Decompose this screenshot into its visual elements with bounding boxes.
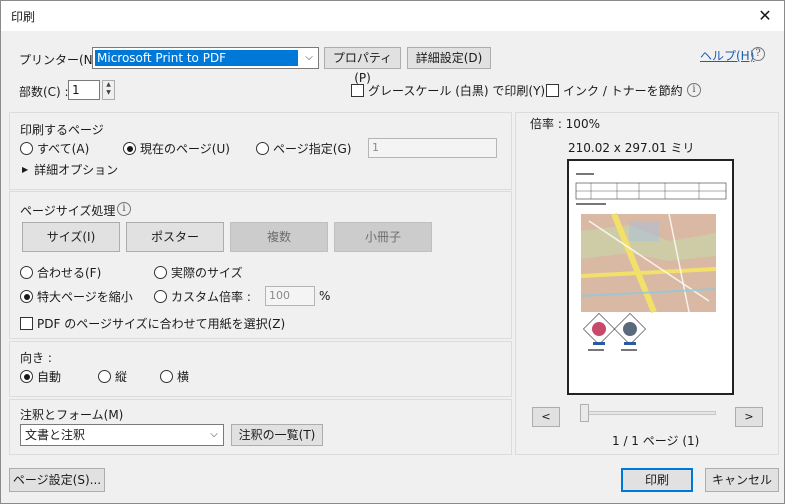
preview-dimensions: 210.02 x 297.01 ミリ [568, 141, 695, 155]
chevron-down-icon: ⌵ [305, 52, 313, 63]
orientation-auto-label: 自動 [37, 370, 62, 384]
triangle-right-icon: ▶ [22, 165, 29, 174]
choose-paper-checkbox[interactable] [20, 317, 33, 330]
info-icon[interactable]: i [117, 202, 131, 216]
copies-input[interactable]: 1 [68, 80, 100, 100]
annotations-select[interactable]: 文書と注釈 ⌵ [20, 424, 224, 446]
annotations-title: 注釈とフォーム(M) [20, 408, 124, 422]
pages-current-label: 現在のページ(U) [140, 142, 230, 156]
actual-size-radio[interactable]: 実際のサイズ [154, 264, 243, 281]
pages-section-title: 印刷するページ [20, 123, 104, 137]
fit-radio[interactable]: 合わせる(F) [20, 264, 101, 281]
more-options-toggle[interactable]: ▶ 詳細オプション [22, 161, 118, 178]
tab-booklet[interactable]: 小冊子 [334, 222, 432, 252]
orientation-auto-radio[interactable]: 自動 [20, 368, 61, 385]
custom-scale-input[interactable]: 100 [265, 286, 315, 306]
copies-stepper[interactable]: ▲ ▼ [102, 80, 115, 100]
fit-label: 合わせる(F) [37, 266, 102, 280]
save-ink-label: インク / トナーを節約 [563, 84, 683, 98]
orientation-portrait-radio[interactable]: 縦 [98, 368, 127, 385]
radio-icon [98, 370, 111, 383]
page-size-panel: ページサイズ処理 i サイズ(I) ポスター 複数 小冊子 合わせる(F) 実際… [9, 191, 512, 339]
tab-size[interactable]: サイズ(I) [22, 222, 120, 252]
close-icon[interactable]: ✕ [754, 5, 776, 27]
advanced-button[interactable]: 詳細設定(D) [407, 47, 491, 69]
pages-current-radio[interactable]: 現在のページ(U) [123, 140, 230, 157]
title-bar: 印刷 ✕ [1, 1, 784, 31]
radio-icon [20, 266, 33, 279]
choose-paper-option[interactable]: PDF のページサイズに合わせて用紙を選択(Z) [20, 315, 285, 332]
next-page-button[interactable]: > [735, 407, 763, 427]
page-thumbnail [575, 173, 727, 351]
percent-label: % [319, 289, 331, 303]
pages-all-radio[interactable]: すべて(A) [20, 140, 89, 157]
chevron-down-icon: ⌵ [210, 429, 218, 440]
orientation-panel: 向き : 自動 縦 横 [9, 341, 512, 397]
copies-label: 部数(C) : [19, 85, 69, 99]
pages-specified-radio[interactable]: ページ指定(G) [256, 140, 351, 157]
custom-scale-label: カスタム倍率 : [171, 290, 251, 304]
radio-icon [20, 142, 33, 155]
shrink-label: 特大ページを縮小 [37, 290, 133, 304]
pages-panel: 印刷するページ すべて(A) 現在のページ(U) ページ指定(G) 1 ▶ 詳細… [9, 112, 512, 190]
orientation-title: 向き : [20, 351, 52, 365]
radio-icon [154, 290, 167, 303]
pages-all-label: すべて(A) [37, 142, 90, 156]
more-options-label: 詳細オプション [34, 163, 119, 177]
print-button[interactable]: 印刷 [621, 468, 693, 492]
page-slider-track[interactable] [580, 411, 716, 415]
preview-panel: 倍率 : 100% 210.02 x 297.01 ミリ < > 1 / 1 ペ… [515, 112, 779, 455]
radio-icon [154, 266, 167, 279]
previous-page-button[interactable]: < [532, 407, 560, 427]
radio-selected-icon [20, 370, 33, 383]
radio-selected-icon [20, 290, 33, 303]
page-size-title: ページサイズ処理 [20, 204, 116, 218]
annotations-selected-value: 文書と注釈 [25, 428, 86, 442]
stepper-down-icon[interactable]: ▼ [103, 89, 114, 97]
orientation-landscape-radio[interactable]: 横 [160, 368, 189, 385]
save-ink-checkbox[interactable] [546, 84, 559, 97]
preview-scale: 倍率 : 100% [530, 117, 600, 131]
page-setup-button[interactable]: ページ設定(S)... [9, 468, 105, 492]
save-ink-option[interactable]: インク / トナーを節約 [546, 82, 683, 99]
page-range-input[interactable]: 1 [368, 138, 497, 158]
annotations-panel: 注釈とフォーム(M) 文書と注釈 ⌵ 注釈の一覧(T) [9, 399, 512, 455]
actual-size-label: 実際のサイズ [171, 266, 243, 280]
dialog-title: 印刷 [11, 10, 36, 24]
copies-value: 1 [72, 83, 80, 97]
stepper-up-icon[interactable]: ▲ [103, 81, 114, 89]
radio-icon [256, 142, 269, 155]
page-slider-thumb[interactable] [580, 404, 589, 422]
grayscale-label: グレースケール (白黒) で印刷(Y) [368, 84, 546, 98]
custom-scale-radio[interactable]: カスタム倍率 : [154, 288, 251, 305]
choose-paper-label: PDF のページサイズに合わせて用紙を選択(Z) [37, 317, 286, 331]
help-link[interactable]: ヘルプ(H) [700, 47, 754, 64]
help-icon[interactable]: ? [751, 47, 765, 61]
tab-poster[interactable]: ポスター [126, 222, 224, 252]
page-preview [567, 159, 734, 395]
tab-multiple[interactable]: 複数 [230, 222, 328, 252]
properties-button[interactable]: プロパティ(P) [324, 47, 401, 85]
annotation-summary-button[interactable]: 注釈の一覧(T) [231, 424, 323, 446]
radio-icon [160, 370, 173, 383]
orientation-landscape-label: 横 [177, 370, 190, 384]
info-icon[interactable]: i [687, 83, 701, 97]
printer-selected-value: Microsoft Print to PDF [95, 50, 298, 66]
page-indicator: 1 / 1 ページ (1) [612, 434, 700, 448]
grayscale-option[interactable]: グレースケール (白黒) で印刷(Y) [351, 82, 545, 99]
radio-selected-icon [123, 142, 136, 155]
grayscale-checkbox[interactable] [351, 84, 364, 97]
shrink-radio[interactable]: 特大ページを縮小 [20, 288, 133, 305]
printer-select[interactable]: Microsoft Print to PDF ⌵ [92, 47, 319, 69]
print-dialog: 印刷 ✕ プリンター(N) : Microsoft Print to PDF ⌵… [0, 0, 785, 504]
orientation-portrait-label: 縦 [115, 370, 128, 384]
pages-specified-label: ページ指定(G) [273, 142, 352, 156]
cancel-button[interactable]: キャンセル [705, 468, 779, 492]
